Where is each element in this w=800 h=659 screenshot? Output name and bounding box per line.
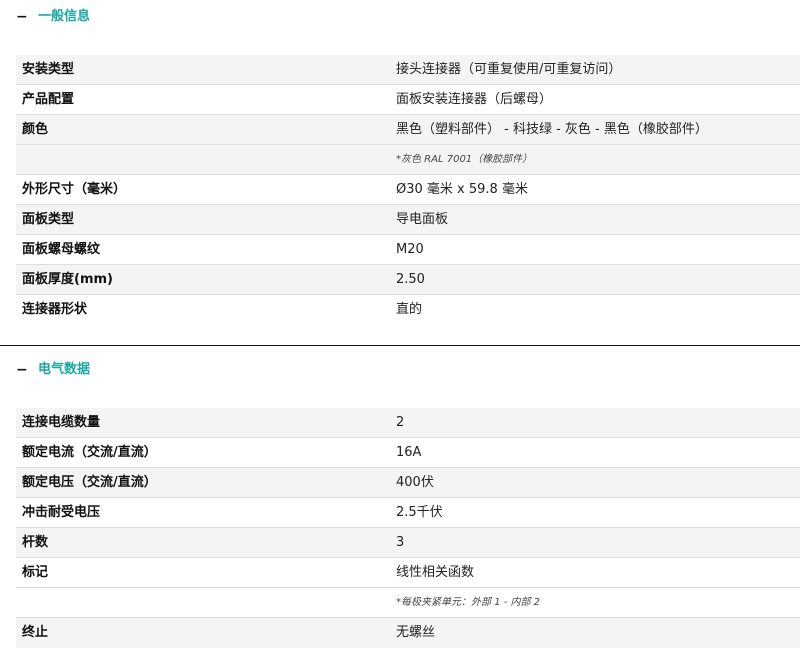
section-title-electrical-data[interactable]: 电气数据	[38, 355, 90, 385]
table-row: 产品配置 面板安装连接器（后螺母）	[16, 85, 800, 115]
table-row: 面板螺母螺纹 M20	[16, 235, 800, 265]
row-label: 安装类型	[22, 62, 75, 77]
table-row: 面板类型 导电面板	[16, 205, 800, 235]
row-label: 终止	[22, 625, 49, 640]
table-row-note: *灰色 RAL 7001（橡胶部件）	[16, 145, 800, 175]
row-value: 3	[396, 535, 405, 550]
row-value: 导电面板	[396, 212, 449, 227]
table-row: 面板厚度(mm) 2.50	[16, 265, 800, 295]
row-value: 400伏	[396, 475, 434, 490]
row-value: Ø30 毫米 x 59.8 毫米	[396, 182, 528, 197]
row-label: 标记	[22, 565, 49, 580]
row-value: 2.5千伏	[396, 505, 443, 520]
row-note: *每极夹紧单元：外部 1 - 内部 2	[396, 597, 541, 608]
general-info-table: 安装类型 接头连接器（可重复使用/可重复访问） 产品配置 面板安装连接器（后螺母…	[16, 55, 800, 325]
row-value: M20	[396, 242, 424, 257]
table-row: 杆数 3	[16, 528, 800, 558]
section-divider	[0, 345, 800, 346]
section-electrical-data-header[interactable]: − 电气数据	[0, 355, 800, 385]
row-label: 杆数	[22, 535, 49, 550]
row-label: 面板类型	[22, 212, 75, 227]
table-row: 额定电流（交流/直流） 16A	[16, 438, 800, 468]
table-row: 连接电缆数量 2	[16, 408, 800, 438]
table-row: 颜色 黑色（塑料部件） - 科技绿 - 灰色 - 黑色（橡胶部件）	[16, 115, 800, 145]
row-label: 产品配置	[22, 92, 75, 107]
row-value: 线性相关函数	[396, 565, 475, 580]
row-label: 连接器形状	[22, 302, 88, 317]
row-value: 接头连接器（可重复使用/可重复访问）	[396, 62, 622, 77]
row-value: 16A	[396, 445, 422, 460]
electrical-data-table: 连接电缆数量 2 额定电流（交流/直流） 16A 额定电压（交流/直流） 400…	[16, 408, 800, 648]
section-title-general-info[interactable]: 一般信息	[38, 2, 90, 32]
row-label: 额定电压（交流/直流）	[22, 475, 157, 490]
row-label: 面板厚度(mm)	[22, 272, 113, 287]
row-value: 面板安装连接器（后螺母）	[396, 92, 553, 107]
table-row: 安装类型 接头连接器（可重复使用/可重复访问）	[16, 55, 800, 85]
section-general-info-header[interactable]: − 一般信息	[0, 2, 800, 32]
row-label: 面板螺母螺纹	[22, 242, 101, 257]
row-label: 外形尺寸（毫米）	[22, 182, 127, 197]
row-value: 2	[396, 415, 405, 430]
row-label: 冲击耐受电压	[22, 505, 101, 520]
collapse-icon[interactable]: −	[16, 355, 28, 385]
table-row: 标记 线性相关函数	[16, 558, 800, 588]
row-value: 黑色（塑料部件） - 科技绿 - 灰色 - 黑色（橡胶部件）	[396, 122, 708, 137]
table-row: 冲击耐受电压 2.5千伏	[16, 498, 800, 528]
table-row-note: *每极夹紧单元：外部 1 - 内部 2	[16, 588, 800, 618]
table-row: 连接器形状 直的	[16, 295, 800, 325]
spec-page: − 一般信息 安装类型 接头连接器（可重复使用/可重复访问） 产品配置 面板安装…	[0, 0, 800, 659]
table-row: 外形尺寸（毫米） Ø30 毫米 x 59.8 毫米	[16, 175, 800, 205]
table-row: 额定电压（交流/直流） 400伏	[16, 468, 800, 498]
row-value: 直的	[396, 302, 423, 317]
row-note: *灰色 RAL 7001（橡胶部件）	[396, 154, 533, 165]
row-value: 2.50	[396, 272, 425, 287]
row-label: 额定电流（交流/直流）	[22, 445, 157, 460]
row-value: 无螺丝	[396, 625, 436, 640]
collapse-icon[interactable]: −	[16, 2, 28, 32]
row-label: 颜色	[22, 122, 49, 137]
row-label: 连接电缆数量	[22, 415, 101, 430]
table-row: 终止 无螺丝	[16, 618, 800, 648]
